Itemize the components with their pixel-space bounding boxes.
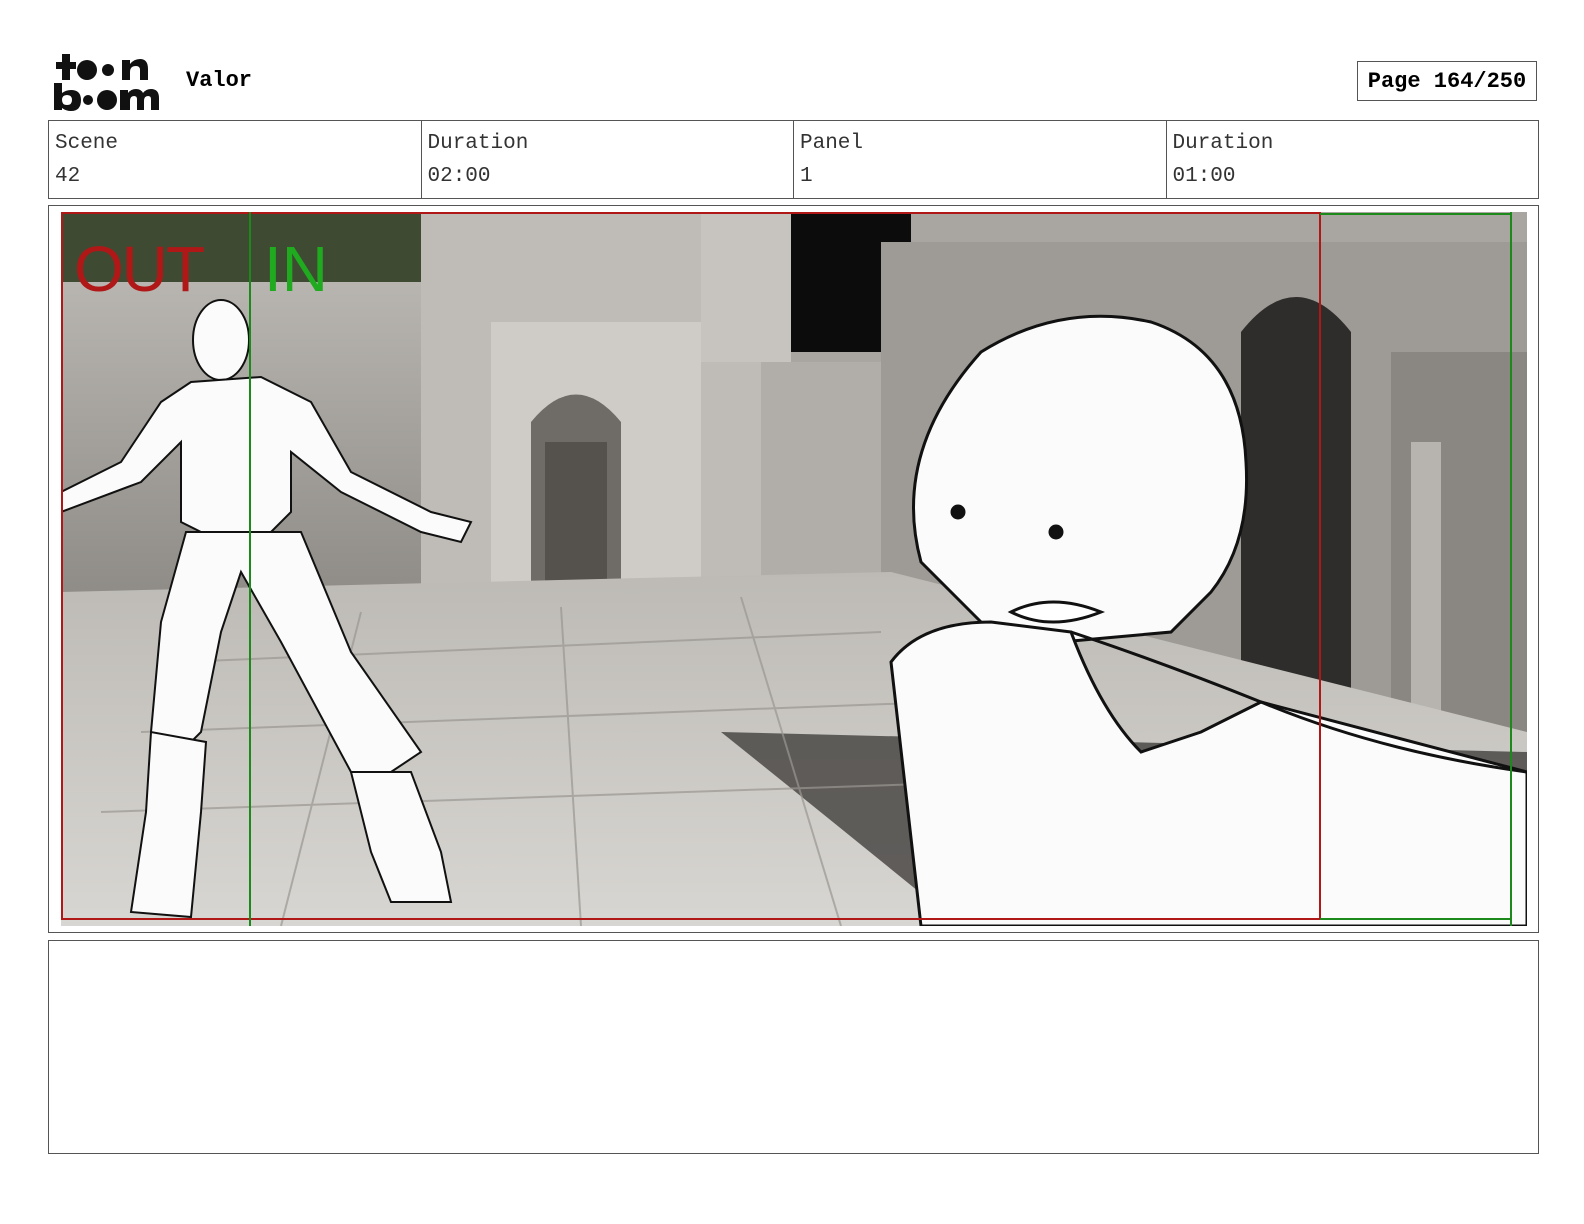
panel-label: Panel <box>800 132 864 155</box>
toonboom-logo <box>52 52 164 112</box>
storyboard-panel <box>48 205 1539 933</box>
scene-duration-value: 02:00 <box>427 165 491 188</box>
panel-artwork <box>61 212 1527 926</box>
panel-duration-value: 01:00 <box>1172 165 1236 188</box>
scene-info-table: Scene 42 Duration 02:00 Panel 1 Duration… <box>48 120 1539 199</box>
panel-duration-cell: Duration 01:00 <box>1167 121 1539 198</box>
project-title: Valor <box>186 68 253 93</box>
scene-label: Scene <box>55 132 119 155</box>
scene-duration-cell: Duration 02:00 <box>422 121 794 198</box>
panel-value: 1 <box>800 165 813 188</box>
scene-duration-label: Duration <box>427 132 529 155</box>
out-marker-label: OUT <box>74 233 205 305</box>
panel-cell: Panel 1 <box>794 121 1167 198</box>
page-indicator: Page 164/250 <box>1357 61 1537 101</box>
scene-cell: Scene 42 <box>49 121 422 198</box>
in-marker-label: IN <box>264 233 328 305</box>
panel-duration-label: Duration <box>1172 132 1274 155</box>
panel-notes-box[interactable] <box>48 940 1539 1154</box>
scene-value: 42 <box>55 165 81 188</box>
